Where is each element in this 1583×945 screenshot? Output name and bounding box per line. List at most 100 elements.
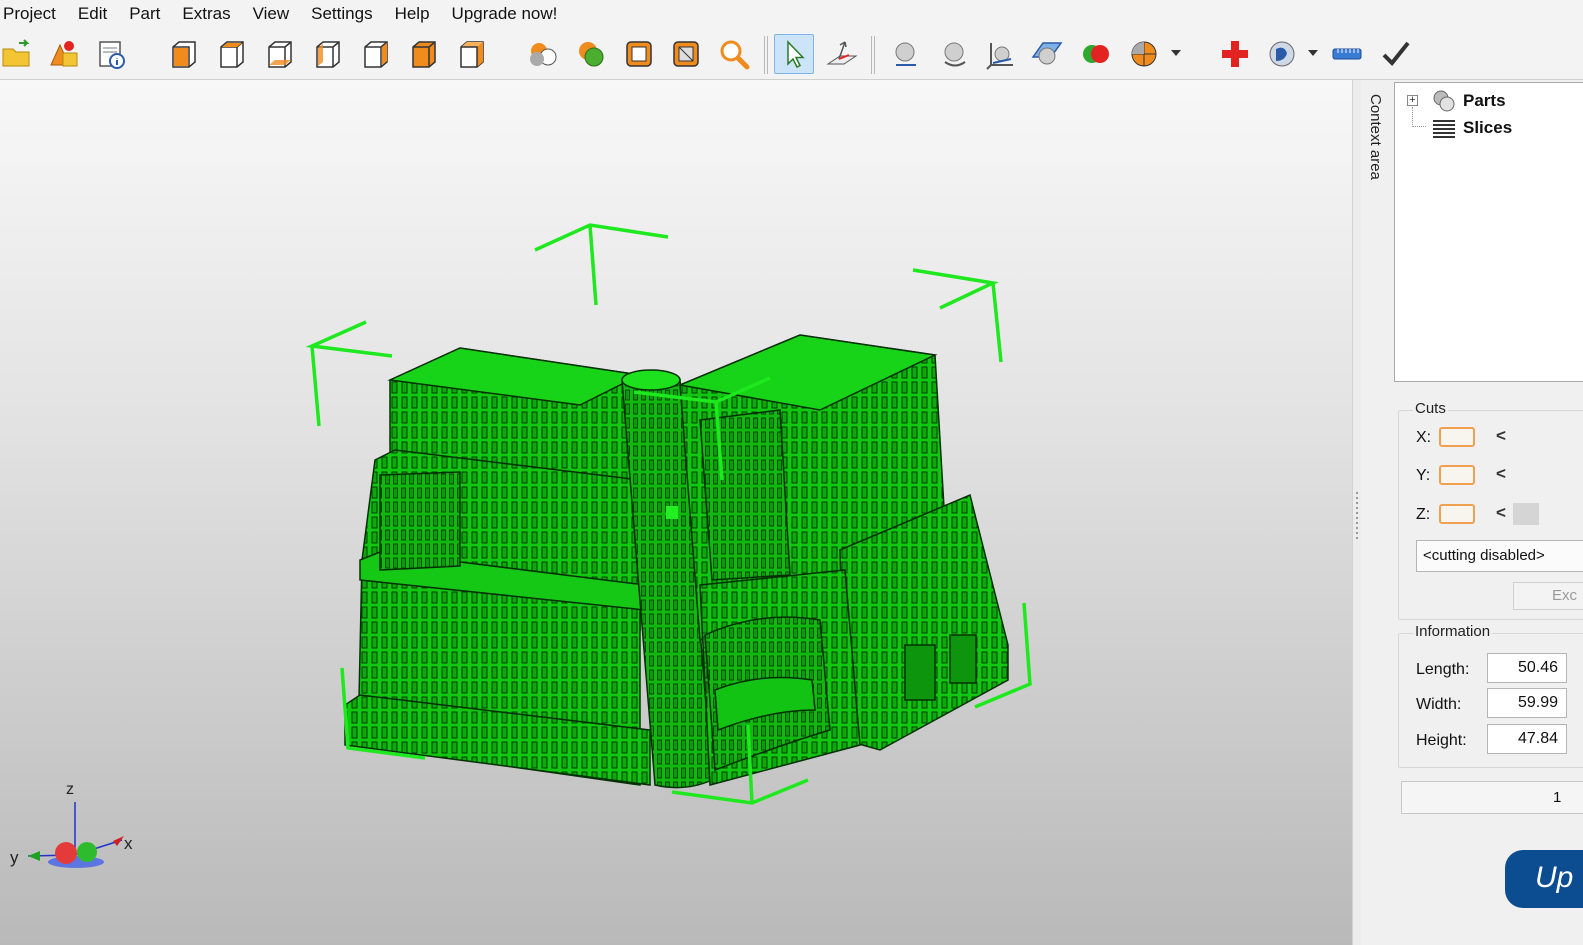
- axis-label-z: z: [66, 781, 74, 798]
- color-parts-button[interactable]: [1076, 34, 1116, 74]
- section-view-icon: [1131, 41, 1157, 67]
- axis-label-y: y: [10, 848, 19, 867]
- tree-item-parts[interactable]: Parts: [1431, 88, 1506, 114]
- project-info-button[interactable]: [92, 34, 132, 74]
- cutting-mode-select[interactable]: <cutting disabled>: [1416, 540, 1583, 572]
- right-panel: + Parts Slices Cuts X: < Y: < Z: < <cutt…: [1393, 80, 1583, 945]
- rotate-icon: [944, 42, 966, 67]
- menu-project[interactable]: Project: [0, 0, 67, 28]
- measure-dropdown[interactable]: [1308, 50, 1318, 56]
- upgrade-button[interactable]: Up: [1505, 850, 1583, 908]
- view-front-button[interactable]: [164, 34, 204, 74]
- view-bottom-button[interactable]: [404, 34, 444, 74]
- toolbar-separator: [764, 36, 768, 74]
- tree-item-slices-label: Slices: [1463, 118, 1513, 137]
- view-top-button[interactable]: [356, 34, 396, 74]
- menu-help[interactable]: Help: [384, 0, 441, 28]
- render-shaded-icon: [530, 43, 557, 66]
- select-arrow-button[interactable]: [774, 34, 814, 74]
- view-right-button[interactable]: [308, 34, 348, 74]
- panel-splitter[interactable]: [1352, 80, 1361, 945]
- rotate-button[interactable]: [934, 34, 974, 74]
- measure-button[interactable]: [1262, 34, 1302, 74]
- menu-extras[interactable]: Extras: [171, 0, 241, 28]
- cut-x-toggle[interactable]: [1439, 427, 1475, 447]
- length-value: 50.46: [1487, 653, 1567, 683]
- 3d-viewport[interactable]: z y x: [0, 80, 1352, 945]
- view-back-button[interactable]: [212, 34, 252, 74]
- tree-item-slices[interactable]: Slices: [1431, 115, 1512, 141]
- open-project-button[interactable]: [0, 34, 36, 74]
- cut-x-arrow[interactable]: <: [1496, 426, 1506, 446]
- cut-z-slider[interactable]: [1513, 503, 1539, 525]
- parts-icon: [1433, 90, 1455, 112]
- plane-view-button[interactable]: [1027, 34, 1067, 74]
- menu-part[interactable]: Part: [118, 0, 171, 28]
- section-view-button[interactable]: [1124, 34, 1164, 74]
- axis-transform-button[interactable]: [980, 34, 1020, 74]
- export-button[interactable]: Exc: [1513, 582, 1583, 610]
- netfabb-window: Project Edit Part Extras View Settings H…: [0, 0, 1583, 945]
- ruler-button[interactable]: [1327, 34, 1367, 74]
- render-wireframe-button[interactable]: [619, 34, 659, 74]
- parts-expander[interactable]: +: [1407, 95, 1418, 106]
- sphere-button[interactable]: [885, 34, 925, 74]
- render-edges-button[interactable]: [666, 34, 706, 74]
- splitter-grip[interactable]: [1356, 492, 1358, 542]
- context-area-tab[interactable]: Context area: [1361, 80, 1393, 945]
- information-group: Information Length: 50.46 Width: 59.99 H…: [1398, 623, 1583, 768]
- select-plane-icon: [826, 41, 858, 65]
- selection-handle[interactable]: [666, 506, 678, 519]
- view-iso-icon: [460, 41, 484, 68]
- menu-view[interactable]: View: [242, 0, 301, 28]
- tree-connector: [1412, 107, 1426, 127]
- render-smooth-button[interactable]: [571, 34, 611, 74]
- axis-gizmo: [27, 802, 124, 868]
- height-value: 47.84: [1487, 724, 1567, 754]
- cut-z-arrow[interactable]: <: [1496, 503, 1506, 523]
- height-label: Height:: [1416, 732, 1467, 749]
- add-part-icon: [50, 41, 78, 67]
- cut-y-toggle[interactable]: [1439, 465, 1475, 485]
- project-tree: + Parts Slices: [1394, 82, 1583, 382]
- ruler-icon: [1332, 48, 1362, 60]
- menu-edit[interactable]: Edit: [67, 0, 118, 28]
- length-label: Length:: [1416, 661, 1470, 678]
- menu-upgrade[interactable]: Upgrade now!: [441, 0, 569, 28]
- cut-y-label: Y:: [1416, 467, 1431, 484]
- view-iso-button[interactable]: [452, 34, 492, 74]
- tree-item-parts-label: Parts: [1463, 91, 1506, 110]
- context-area-label: Context area: [1367, 94, 1384, 180]
- select-plane-button[interactable]: [822, 34, 862, 74]
- section-view-dropdown[interactable]: [1171, 50, 1181, 56]
- open-project-icon: [2, 39, 30, 67]
- cut-z-toggle[interactable]: [1439, 504, 1475, 524]
- select-arrow-icon: [787, 40, 805, 69]
- cut-x-label: X:: [1416, 429, 1432, 446]
- measure-icon: [1269, 41, 1295, 67]
- render-smooth-icon: [579, 42, 604, 67]
- cuts-group: Cuts X: < Y: < Z: < <cutting disabled> E…: [1398, 400, 1583, 620]
- project-info-icon: [99, 41, 125, 69]
- view-top-icon: [364, 41, 388, 68]
- toolbar-separator: [871, 36, 875, 74]
- color-parts-icon: [1083, 45, 1109, 63]
- slice-slider[interactable]: 1: [1401, 781, 1583, 814]
- render-wireframe-icon: [626, 41, 652, 67]
- view-left-icon: [268, 41, 292, 68]
- cut-z-label: Z:: [1416, 506, 1431, 523]
- view-left-button[interactable]: [260, 34, 300, 74]
- view-bottom-icon: [412, 41, 436, 68]
- menu-settings[interactable]: Settings: [300, 0, 383, 28]
- width-value: 59.99: [1487, 688, 1567, 718]
- checkmark-icon: [1382, 41, 1410, 66]
- axis-transform-icon: [986, 43, 1013, 70]
- repair-button[interactable]: [1215, 34, 1255, 74]
- zoom-fit-icon: [720, 40, 750, 70]
- cut-y-arrow[interactable]: <: [1496, 464, 1506, 484]
- render-shaded-button[interactable]: [523, 34, 563, 74]
- cuts-title: Cuts: [1413, 400, 1448, 417]
- zoom-fit-button[interactable]: [714, 34, 754, 74]
- apply-button[interactable]: [1376, 34, 1416, 74]
- add-part-button[interactable]: [44, 34, 84, 74]
